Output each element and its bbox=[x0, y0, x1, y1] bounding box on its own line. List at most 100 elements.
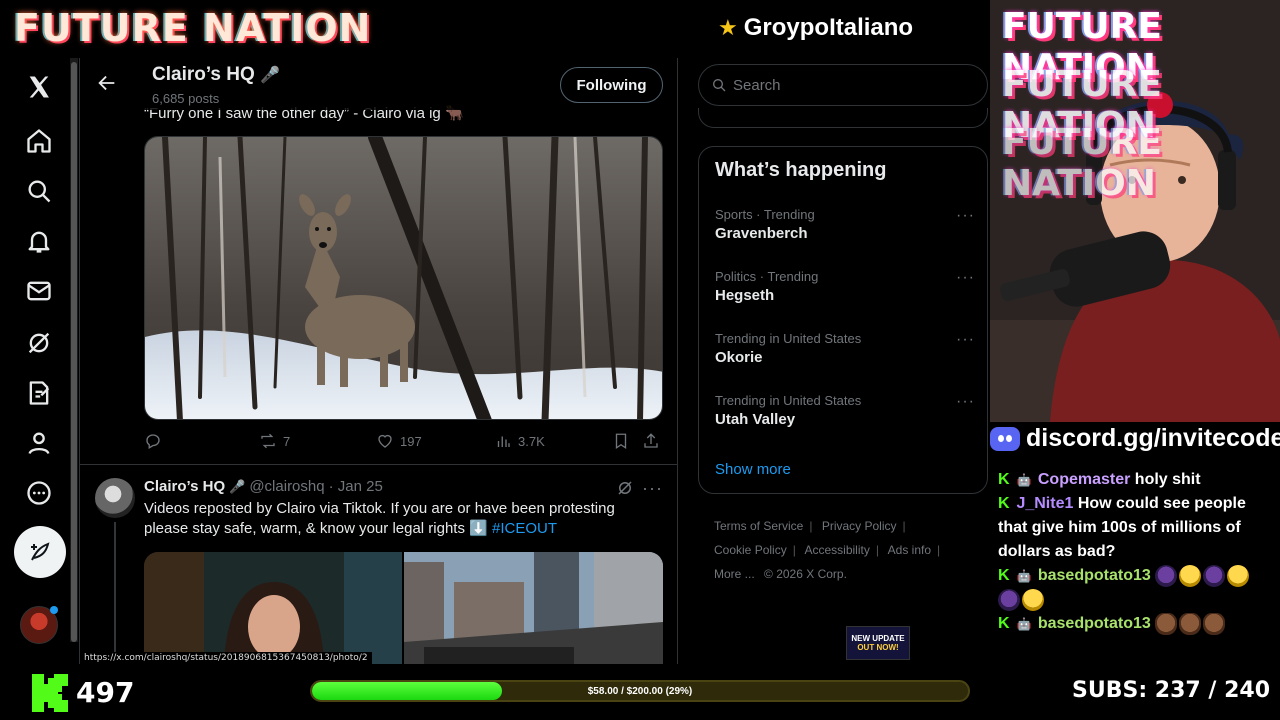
more-circle-icon[interactable] bbox=[24, 478, 54, 508]
star-icon: ★ bbox=[718, 15, 738, 40]
trend-meta: Trending in United States bbox=[715, 331, 862, 346]
post-media-grid[interactable] bbox=[144, 552, 663, 664]
trend-meta: Politics · Trending bbox=[715, 269, 819, 284]
chat-message: K 🤖 basedpotato13 bbox=[998, 564, 1278, 612]
grok-icon[interactable] bbox=[24, 328, 54, 358]
communities-icon[interactable] bbox=[24, 378, 54, 408]
post-header: Clairo’s HQ 🎤 @clairoshq · Jan 25 bbox=[144, 478, 383, 495]
post-text: Videos reposted by Clairo via Tiktok. If… bbox=[144, 499, 644, 539]
trend-item[interactable]: Trending in United States Okorie ··· bbox=[715, 331, 975, 375]
kick-badge-icon: K bbox=[998, 495, 1010, 512]
back-arrow-icon[interactable] bbox=[96, 72, 118, 94]
trend-name: Utah Valley bbox=[715, 411, 796, 428]
views-action[interactable]: 3.7K bbox=[494, 432, 545, 450]
update-badge-line1: NEW UPDATE bbox=[851, 634, 905, 643]
ads-info-link[interactable]: Ads info bbox=[888, 543, 931, 557]
webcam-feed: FUTURE NATION FUTURE NATION FUTURE NATIO… bbox=[990, 0, 1280, 422]
trend-item[interactable]: Trending in United States Utah Valley ··… bbox=[715, 393, 975, 437]
stream-overlay-top: FUTURE NATION ★ GroypoItaliano bbox=[0, 0, 990, 58]
chat-username: Copemaster bbox=[1037, 471, 1131, 488]
trend-meta: Sports · Trending bbox=[715, 207, 815, 222]
profile-header: Clairo’s HQ 🎤 6,685 posts Following bbox=[80, 58, 677, 110]
subs-counter: SUBS: 237 / 240 bbox=[1072, 678, 1270, 703]
emote-icon bbox=[1203, 612, 1226, 635]
scrollbar-thumb[interactable] bbox=[71, 62, 77, 642]
chat-message: K 🤖 basedpotato13 bbox=[998, 612, 1278, 636]
compose-post-button[interactable] bbox=[14, 526, 66, 578]
share-icon bbox=[644, 433, 658, 448]
trend-item[interactable]: Politics · Trending Hegseth ··· bbox=[715, 269, 975, 313]
search-bar[interactable] bbox=[698, 64, 988, 106]
trend-more-icon[interactable]: ··· bbox=[956, 393, 975, 411]
show-more-link[interactable]: Show more bbox=[715, 461, 791, 478]
x-logo-icon[interactable] bbox=[24, 72, 54, 102]
post-author-avatar[interactable] bbox=[95, 478, 135, 518]
feather-plus-icon bbox=[31, 542, 50, 561]
post-photo[interactable] bbox=[144, 136, 663, 420]
post-divider bbox=[80, 464, 677, 465]
webcam-brand-text: FUTURE NATION bbox=[1002, 122, 1162, 204]
search-icon bbox=[713, 79, 726, 92]
discord-banner: discord.gg/invitecode bbox=[990, 424, 1280, 453]
brand-logo-text: FUTURE NATION bbox=[14, 6, 372, 50]
city-protest-video-thumbnail[interactable] bbox=[404, 552, 663, 664]
search-icon[interactable] bbox=[24, 176, 54, 206]
chat-username: basedpotato13 bbox=[1037, 567, 1151, 584]
timeline-column: Clairo’s HQ 🎤 6,685 posts Following “Fur… bbox=[79, 58, 678, 664]
emote-icon bbox=[1203, 564, 1226, 587]
bot-badge-icon: 🤖 bbox=[1016, 569, 1032, 583]
profile-name-text: Clairo’s HQ bbox=[152, 64, 255, 85]
footer-links: Terms of Service | Privacy Policy | Cookie… bbox=[714, 519, 941, 581]
microphone-emoji-icon: 🎤 bbox=[229, 478, 246, 494]
post-date[interactable]: · Jan 25 bbox=[329, 478, 383, 495]
discord-link-text: discord.gg/invitecode bbox=[1026, 424, 1280, 452]
profile-icon[interactable] bbox=[24, 428, 54, 458]
repost-count: 7 bbox=[283, 433, 291, 449]
cookie-link[interactable]: Cookie Policy bbox=[714, 543, 787, 557]
trend-name: Gravenberch bbox=[715, 225, 808, 242]
emote-icon bbox=[1022, 588, 1044, 611]
copyright: © 2026 X Corp. bbox=[764, 567, 847, 581]
deer-in-snowy-forest-image bbox=[145, 137, 662, 419]
chat-username: J_Nite1 bbox=[1016, 495, 1074, 512]
share-action[interactable] bbox=[642, 432, 660, 450]
thread-line bbox=[114, 522, 116, 662]
emote-icon bbox=[1179, 564, 1202, 587]
trend-more-icon[interactable]: ··· bbox=[956, 269, 975, 287]
subs-label: SUBS: bbox=[1072, 678, 1148, 703]
post-count: 6,685 posts bbox=[152, 91, 220, 106]
emote-icon bbox=[1227, 564, 1250, 587]
profile-name: Clairo’s HQ 🎤 bbox=[152, 64, 280, 86]
home-icon[interactable] bbox=[24, 126, 54, 156]
reply-action[interactable] bbox=[144, 432, 162, 450]
emote-icon bbox=[1155, 612, 1178, 635]
search-input[interactable] bbox=[733, 76, 963, 94]
like-action[interactable]: 197 bbox=[376, 432, 422, 450]
trend-more-icon[interactable]: ··· bbox=[956, 331, 975, 349]
trend-item[interactable]: Sports · Trending Gravenberch ··· bbox=[715, 207, 975, 251]
post-more-menu-icon[interactable]: ··· bbox=[642, 478, 663, 499]
chat-message: K 🤖 Copemaster holy shit bbox=[998, 468, 1278, 492]
online-dot bbox=[50, 606, 58, 614]
left-navigation bbox=[0, 58, 78, 664]
bell-icon[interactable] bbox=[24, 226, 54, 256]
bookmark-action[interactable] bbox=[612, 432, 630, 450]
microphone-emoji-icon: 🎤 bbox=[260, 67, 280, 84]
following-button[interactable]: Following bbox=[560, 67, 663, 103]
accessibility-link[interactable]: Accessibility bbox=[805, 543, 870, 557]
hashtag-link[interactable]: #ICEOUT bbox=[492, 520, 557, 537]
terms-link[interactable]: Terms of Service bbox=[714, 519, 803, 533]
grok-icon[interactable] bbox=[616, 479, 634, 497]
mail-icon[interactable] bbox=[24, 276, 54, 306]
trend-meta: Trending in United States bbox=[715, 393, 862, 408]
post-author-handle[interactable]: @clairoshq bbox=[249, 478, 324, 495]
privacy-link[interactable]: Privacy Policy bbox=[822, 519, 897, 533]
discord-icon bbox=[990, 426, 1020, 451]
reply-bubble-icon bbox=[146, 434, 160, 449]
more-link[interactable]: More ... bbox=[714, 567, 755, 581]
donation-goal-label: $58.00 / $200.00 (29%) bbox=[587, 685, 693, 697]
news-anchor-video-thumbnail[interactable] bbox=[144, 552, 402, 664]
repost-action[interactable]: 7 bbox=[259, 432, 290, 450]
trend-more-icon[interactable]: ··· bbox=[956, 207, 975, 225]
post-author-name[interactable]: Clairo’s HQ bbox=[144, 478, 225, 495]
